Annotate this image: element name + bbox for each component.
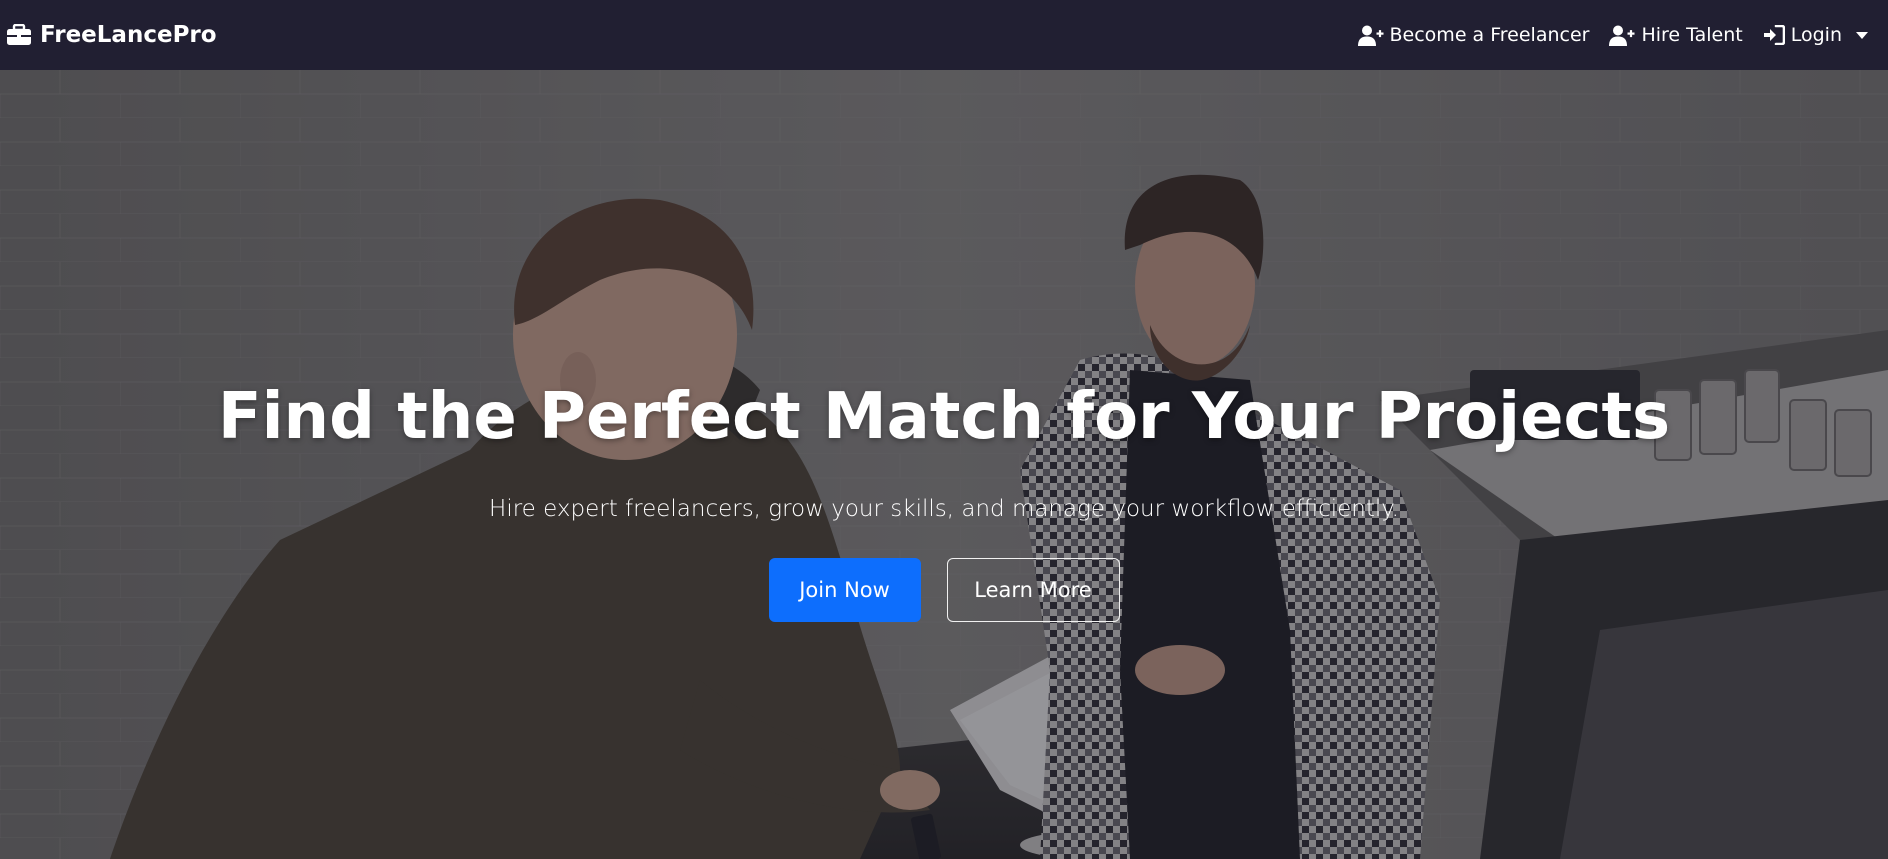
hero-buttons: Join Now Learn More xyxy=(0,558,1888,622)
hero-section: Find the Perfect Match for Your Projects… xyxy=(0,70,1888,859)
top-navbar: FreeLancePro Become a Freelancer Hire Ta… xyxy=(0,0,1888,70)
brand-logo-link[interactable]: FreeLancePro xyxy=(6,22,217,48)
nav-login-dropdown[interactable]: Login xyxy=(1763,24,1868,46)
hero-content: Find the Perfect Match for Your Projects… xyxy=(0,70,1888,859)
learn-more-button[interactable]: Learn More xyxy=(946,558,1120,622)
nav-label-become-freelancer: Become a Freelancer xyxy=(1389,24,1590,46)
hero-subtitle: Hire expert freelancers, grow your skill… xyxy=(489,496,1399,522)
user-plus-icon xyxy=(1609,25,1635,46)
nav-links: Become a Freelancer Hire Talent Login xyxy=(1357,24,1868,46)
brand-name: FreeLancePro xyxy=(40,22,217,48)
nav-label-hire-talent: Hire Talent xyxy=(1641,24,1743,46)
nav-hire-talent[interactable]: Hire Talent xyxy=(1609,24,1743,46)
briefcase-icon xyxy=(7,24,31,45)
nav-become-freelancer[interactable]: Become a Freelancer xyxy=(1357,24,1590,46)
chevron-down-icon xyxy=(1856,31,1868,39)
nav-label-login: Login xyxy=(1790,24,1842,46)
sign-in-icon xyxy=(1763,25,1785,45)
hero-title: Find the Perfect Match for Your Projects xyxy=(217,380,1671,454)
user-plus-icon xyxy=(1357,25,1384,46)
join-now-button[interactable]: Join Now xyxy=(768,558,921,622)
